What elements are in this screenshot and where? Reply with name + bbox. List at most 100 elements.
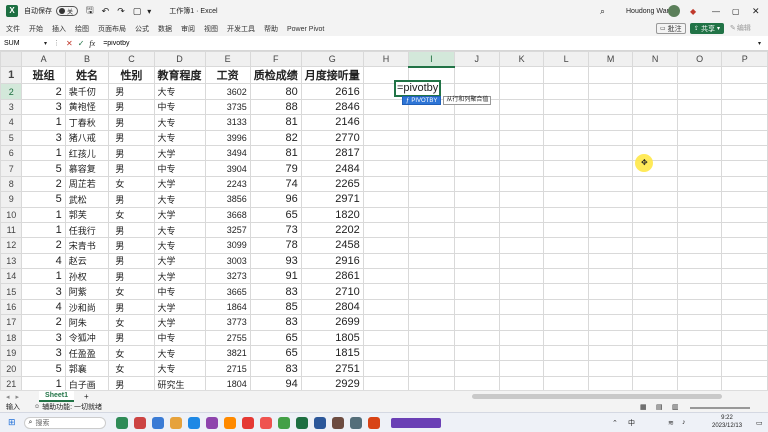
empty-cell[interactable] <box>587 252 634 270</box>
data-cell[interactable]: 83 <box>249 314 302 331</box>
data-cell[interactable]: 男 <box>108 83 155 100</box>
data-cell[interactable]: 2 <box>21 83 66 100</box>
data-cell[interactable]: 74 <box>249 175 302 193</box>
empty-cell[interactable] <box>498 375 545 390</box>
data-cell[interactable]: 5 <box>21 160 66 177</box>
empty-cell[interactable] <box>587 360 634 377</box>
empty-cell[interactable] <box>453 114 500 131</box>
empty-cell[interactable] <box>676 129 723 146</box>
empty-cell[interactable] <box>721 345 768 362</box>
data-cell[interactable]: 3735 <box>204 98 251 116</box>
new-file-icon[interactable]: ▢ <box>133 6 142 17</box>
ribbon-tab[interactable]: 数据 <box>158 24 172 34</box>
row-header[interactable]: 3 <box>0 98 23 116</box>
data-cell[interactable]: 1815 <box>300 345 364 362</box>
data-cell[interactable]: 81 <box>249 114 302 131</box>
data-cell[interactable]: 3665 <box>204 283 251 300</box>
empty-cell[interactable] <box>408 268 455 285</box>
empty-cell[interactable] <box>721 314 768 331</box>
empty-cell[interactable] <box>453 66 500 85</box>
empty-cell[interactable] <box>453 221 500 239</box>
data-cell[interactable]: 男 <box>108 375 155 390</box>
windows-start-icon[interactable]: ⊞ <box>8 417 16 428</box>
data-cell[interactable]: 5 <box>21 191 66 208</box>
empty-cell[interactable] <box>721 175 768 193</box>
row-header[interactable]: 10 <box>0 206 23 223</box>
column-title-cell[interactable]: 性别 <box>108 66 155 85</box>
empty-cell[interactable] <box>676 252 723 270</box>
ribbon-tab[interactable]: 帮助 <box>264 24 278 34</box>
data-cell[interactable]: 2916 <box>300 252 364 270</box>
empty-cell[interactable] <box>676 298 723 316</box>
empty-cell[interactable] <box>587 345 634 362</box>
empty-cell[interactable] <box>362 283 410 300</box>
ime-indicator[interactable]: 中 <box>628 418 635 428</box>
data-cell[interactable]: 94 <box>249 375 302 390</box>
data-cell[interactable]: 中专 <box>153 283 206 300</box>
row-header[interactable]: 9 <box>0 191 23 208</box>
data-cell[interactable]: 2616 <box>300 83 364 100</box>
row-header[interactable]: 14 <box>0 268 23 285</box>
ribbon-tab[interactable]: 页面布局 <box>98 24 126 34</box>
column-title-cell[interactable]: 工资 <box>204 66 251 85</box>
clock[interactable]: 9:22 2023/12/13 <box>712 414 742 430</box>
empty-cell[interactable] <box>587 129 634 146</box>
accessibility-status[interactable]: 辅助功能: 一切就绪 <box>42 402 102 412</box>
data-cell[interactable]: 2458 <box>300 237 364 254</box>
empty-cell[interactable] <box>408 206 455 223</box>
column-title-cell[interactable]: 质检成绩 <box>249 66 302 85</box>
undo-icon[interactable]: ↶ <box>102 6 110 17</box>
data-cell[interactable]: 男 <box>108 160 155 177</box>
empty-cell[interactable] <box>453 175 500 193</box>
data-cell[interactable]: 4 <box>21 252 66 270</box>
empty-cell[interactable] <box>543 268 589 285</box>
empty-cell[interactable] <box>362 345 410 362</box>
data-cell[interactable]: 79 <box>249 160 302 177</box>
column-header[interactable]: I <box>408 51 455 68</box>
empty-cell[interactable] <box>362 329 410 347</box>
data-cell[interactable]: 3856 <box>204 191 251 208</box>
empty-cell[interactable] <box>676 329 723 347</box>
empty-cell[interactable] <box>543 283 589 300</box>
empty-cell[interactable] <box>632 268 678 285</box>
taskbar-app-icon[interactable] <box>187 416 200 429</box>
ribbon-tab[interactable]: 审阅 <box>181 24 195 34</box>
row-header[interactable]: 16 <box>0 298 23 316</box>
empty-cell[interactable] <box>632 114 678 131</box>
empty-cell[interactable] <box>587 283 634 300</box>
data-cell[interactable]: 1805 <box>300 329 364 347</box>
empty-cell[interactable] <box>543 66 589 85</box>
data-cell[interactable]: 男 <box>108 98 155 116</box>
taskbar-excel-icon[interactable] <box>295 416 308 429</box>
page-break-icon[interactable]: ▥ <box>672 403 679 411</box>
data-cell[interactable]: 3821 <box>204 345 251 362</box>
empty-cell[interactable] <box>408 298 455 316</box>
data-cell[interactable]: 大专 <box>153 221 206 239</box>
data-cell[interactable]: 3 <box>21 98 66 116</box>
data-cell[interactable]: 5 <box>21 360 66 377</box>
empty-cell[interactable] <box>498 237 545 254</box>
empty-cell[interactable] <box>721 329 768 347</box>
data-cell[interactable]: 武松 <box>64 191 110 208</box>
empty-cell[interactable] <box>543 160 589 177</box>
data-cell[interactable]: 女 <box>108 345 155 362</box>
data-cell[interactable]: 男 <box>108 252 155 270</box>
autosave-toggle[interactable]: 关 <box>56 6 78 16</box>
data-cell[interactable]: 2755 <box>204 329 251 347</box>
data-cell[interactable]: 2971 <box>300 191 364 208</box>
autocomplete-item[interactable]: ƒ PIVOTBY <box>402 96 442 105</box>
data-cell[interactable]: 80 <box>249 83 302 100</box>
empty-cell[interactable] <box>543 298 589 316</box>
data-cell[interactable]: 男 <box>108 129 155 146</box>
empty-cell[interactable] <box>632 221 678 239</box>
empty-cell[interactable] <box>543 221 589 239</box>
data-cell[interactable]: 3904 <box>204 160 251 177</box>
empty-cell[interactable] <box>587 175 634 193</box>
data-cell[interactable]: 沙和尚 <box>64 298 110 316</box>
normal-view-icon[interactable]: ▦ <box>640 403 647 411</box>
data-cell[interactable]: 郭芙 <box>64 206 110 223</box>
data-cell[interactable]: 1 <box>21 114 66 131</box>
column-header[interactable]: D <box>153 51 206 68</box>
empty-cell[interactable] <box>587 66 634 85</box>
data-cell[interactable]: 男 <box>108 268 155 285</box>
